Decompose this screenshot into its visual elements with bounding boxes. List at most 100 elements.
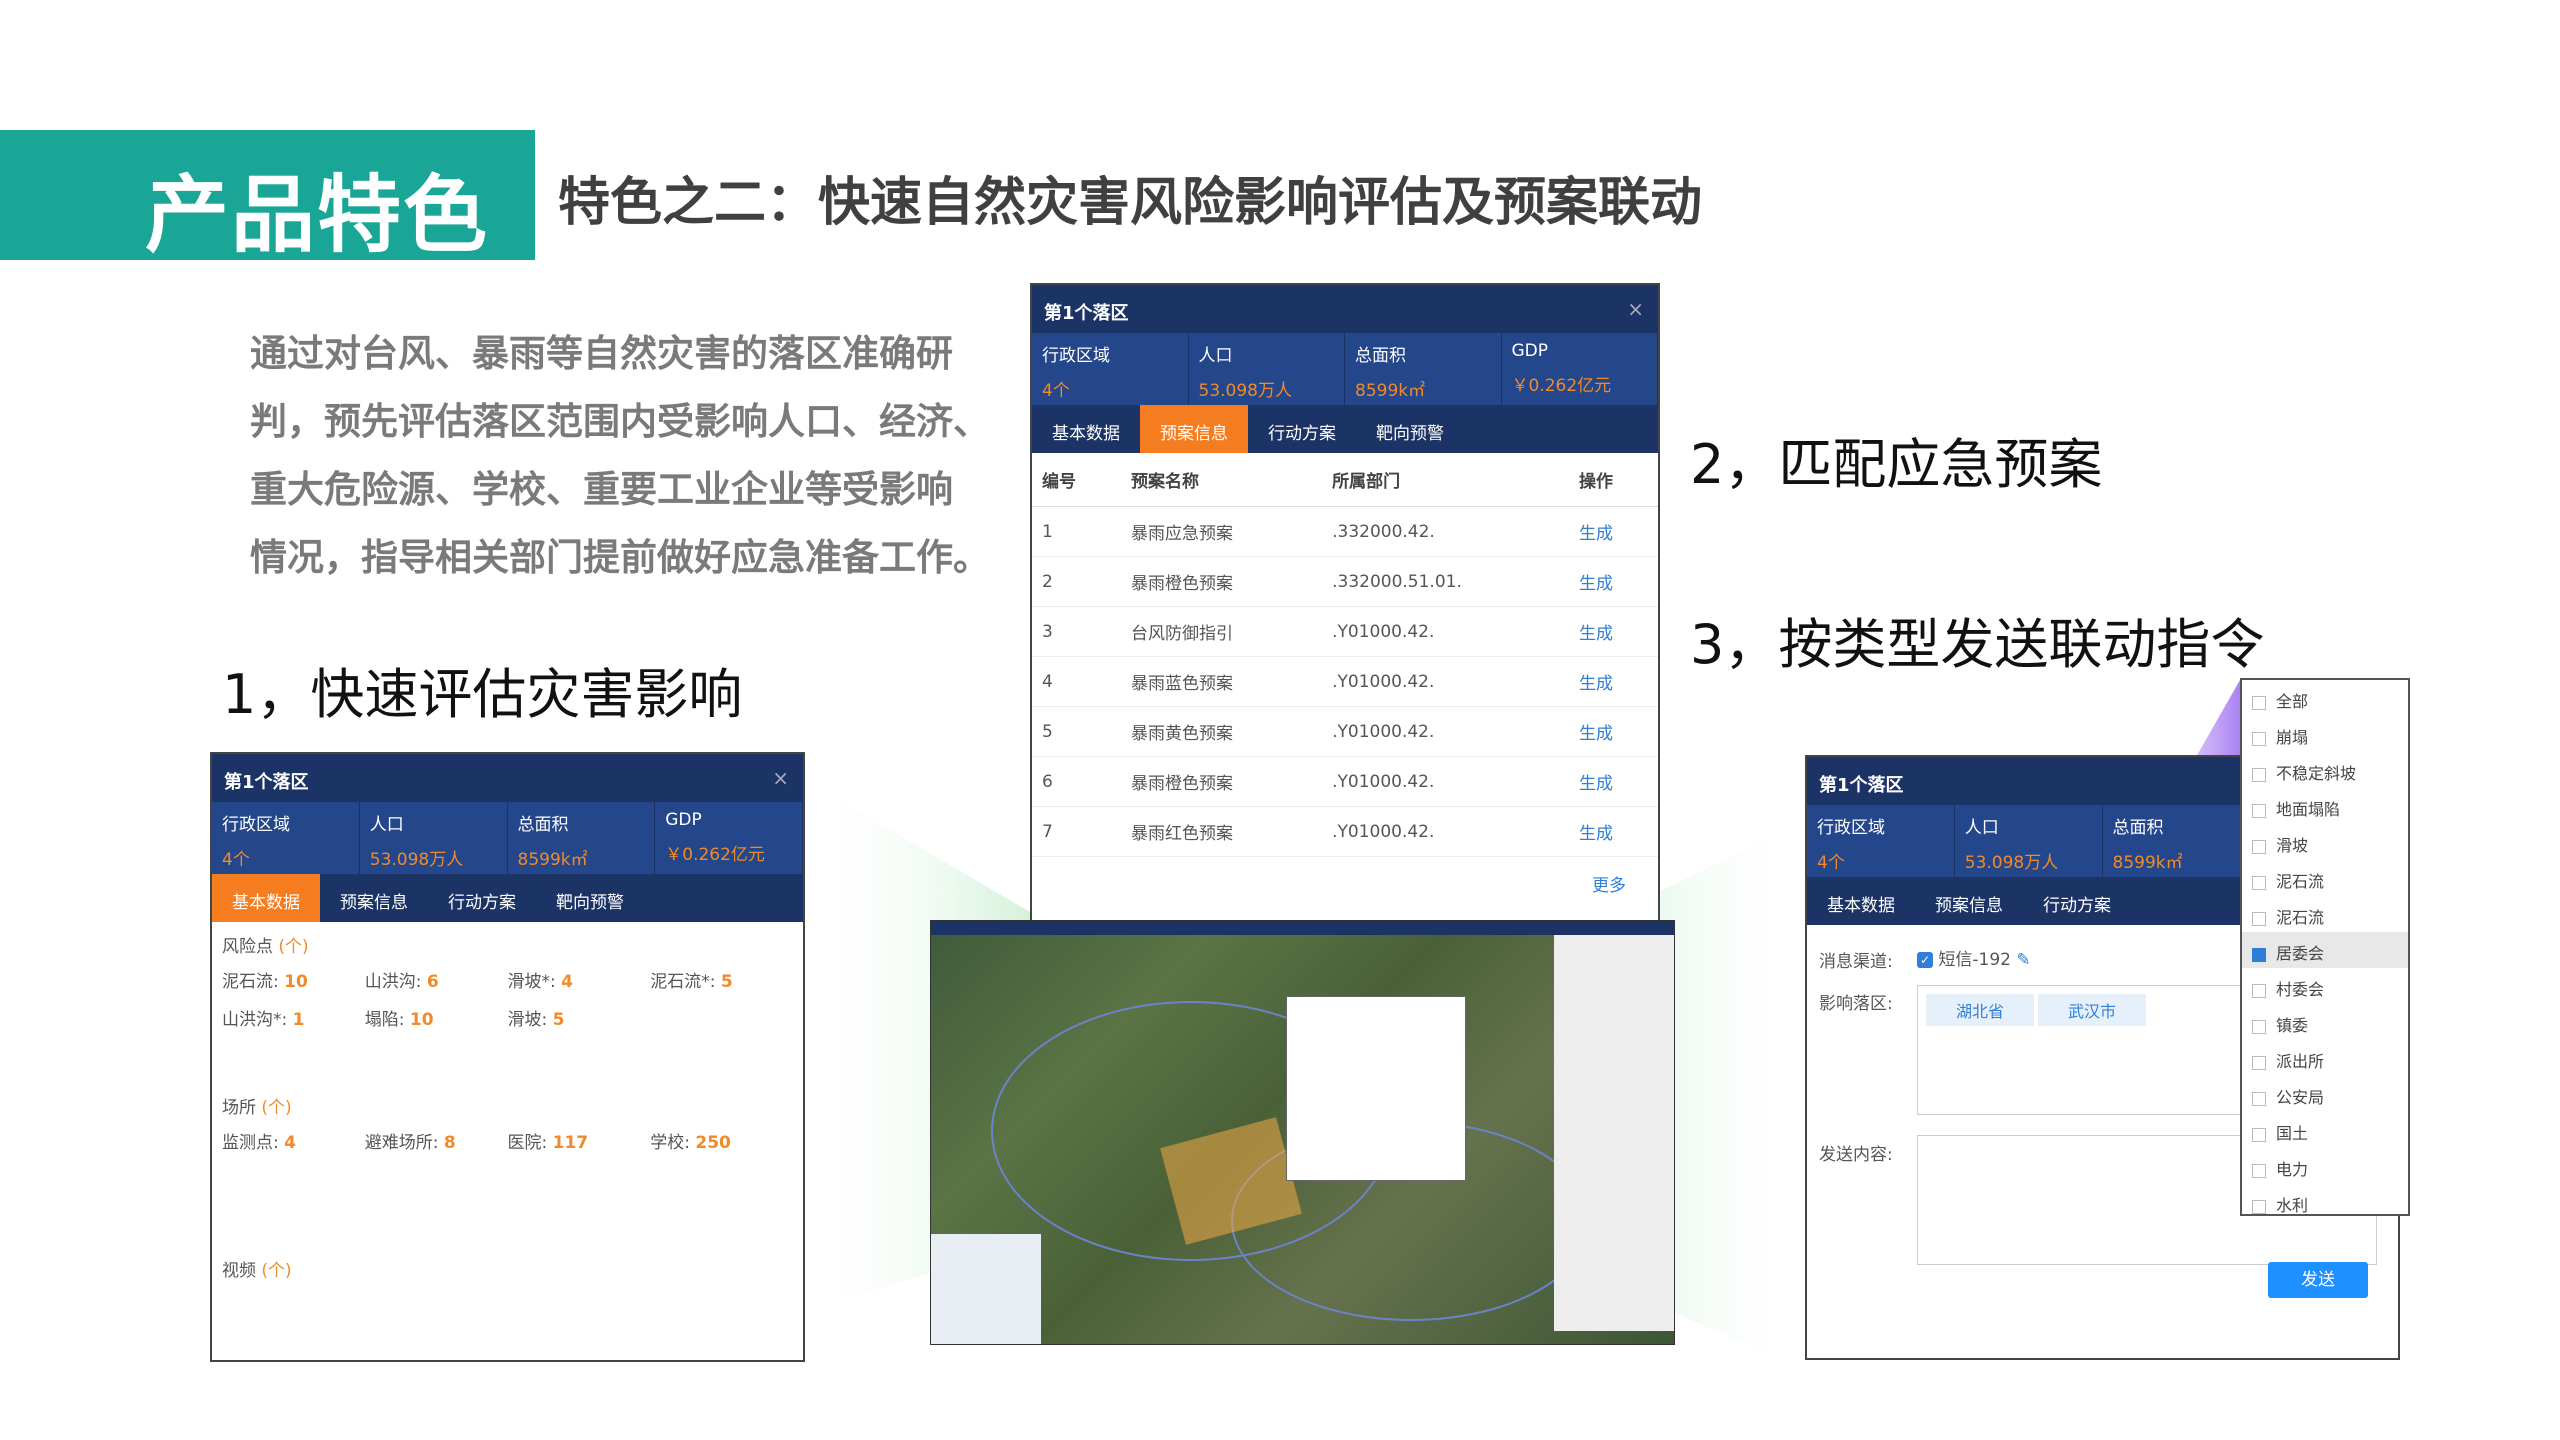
dropdown-option[interactable]: 电力 [2242, 1148, 2408, 1184]
intro-text: 通过对台风、暴雨等自然灾害的落区准确研 判，预先评估落区范围内受影响人口、经济、… [250, 320, 1010, 592]
channel-option[interactable]: ✓ 短信-192 ✎ [1917, 945, 2031, 970]
mini-panel [1286, 996, 1466, 1181]
dropdown-option[interactable]: 地面塌陷 [2242, 788, 2408, 824]
checkbox-icon[interactable] [2252, 803, 2266, 818]
checkbox-icon[interactable] [2252, 695, 2266, 710]
stats-row: 行政区域4个 人口53.098万人 总面积8599k㎡ GDP￥0.262亿元 [212, 802, 803, 874]
header-subtitle: 特色之二：快速自然灾害风险影响评估及预案联动 [558, 173, 1703, 233]
tab-basic[interactable]: 基本数据 [1032, 405, 1140, 453]
checkbox-checked-icon[interactable]: ✓ [1917, 952, 1933, 968]
channel-label: 消息渠道: [1819, 952, 1893, 972]
intro-line: 判，预先评估落区范围内受影响人口、经济、 [250, 400, 990, 443]
dropdown-option[interactable]: 村委会 [2242, 968, 2408, 1004]
intro-line: 重大危险源、学校、重要工业企业等受影响 [250, 468, 953, 511]
tab-warning[interactable]: 靶向预警 [536, 874, 644, 922]
content-label: 发送内容: [1819, 1145, 1893, 1165]
col-dept: 所属部门 [1322, 453, 1569, 507]
dropdown-option[interactable]: 水利 [2242, 1184, 2408, 1220]
plan-table: 编号 预案名称 所属部门 操作 1 暴雨应急预案 .332000.42. 生成 2 暴雨… [1032, 453, 1658, 857]
step-1: 1，快速评估灾害影响 [222, 663, 743, 726]
intro-line: 情况，指导相关部门提前做好应急准备工作。 [250, 536, 990, 579]
dropdown-option[interactable]: 泥石流 [2242, 896, 2408, 932]
edit-icon[interactable]: ✎ [2016, 950, 2030, 970]
map-toolbar [931, 921, 1674, 935]
checkbox-icon[interactable] [2252, 1091, 2266, 1106]
table-row: 4 暴雨蓝色预案 .Y01000.42. 生成 [1032, 656, 1658, 707]
panel-tabs: 基本数据 预案信息 行动方案 靶向预警 [1032, 405, 1658, 453]
overview-map [931, 1234, 1041, 1344]
dropdown-option[interactable]: 居委会 [2242, 932, 2408, 968]
map-side-list [1554, 935, 1674, 1331]
checkbox-icon[interactable] [2252, 1055, 2266, 1070]
checkbox-icon[interactable] [2252, 1199, 2266, 1214]
table-row: 6 暴雨橙色预案 .Y01000.42. 生成 [1032, 756, 1658, 807]
generate-link[interactable]: 生成 [1568, 706, 1658, 757]
dropdown-option[interactable]: 国土 [2242, 1112, 2408, 1148]
tab-action[interactable]: 行动方案 [1248, 405, 1356, 453]
col-op: 操作 [1568, 453, 1658, 507]
table-row: 5 暴雨黄色预案 .Y01000.42. 生成 [1032, 706, 1658, 757]
dropdown-option[interactable]: 公安局 [2242, 1076, 2408, 1112]
dropdown-option[interactable]: 滑坡 [2242, 824, 2408, 860]
close-icon[interactable]: × [1627, 297, 1644, 321]
tab-basic[interactable]: 基本数据 [212, 874, 320, 922]
checkbox-icon[interactable] [2252, 983, 2266, 998]
table-row: 3 台风防御指引 .Y01000.42. 生成 [1032, 606, 1658, 657]
type-dropdown: 全部 崩塌 不稳定斜坡 地面塌陷 滑坡 泥石流 泥石流 居委会 村委会 镇委 派出所 公安局 国土 电力水… [2240, 678, 2410, 1216]
col-name: 预案名称 [1121, 453, 1323, 507]
generate-link[interactable]: 生成 [1568, 756, 1658, 807]
generate-link[interactable]: 生成 [1568, 606, 1658, 657]
generate-link[interactable]: 生成 [1568, 806, 1658, 857]
basic-data-panel: 第1个落区 × 行政区域 4个 人口 53.098万人 总面积 8599k㎡ GDP ￥0… [210, 752, 805, 1362]
header-title: 产品特色 [145, 166, 490, 264]
checkbox-icon[interactable] [2252, 1019, 2266, 1034]
panel-title: 第1个落区 × [212, 754, 803, 802]
checkbox-icon[interactable] [2252, 839, 2266, 854]
checkbox-icon[interactable] [2252, 731, 2266, 746]
map-view[interactable] [930, 920, 1675, 1345]
panel-tabs: 基本数据 预案信息 行动方案 靶向预警 [212, 874, 803, 922]
tab-plan[interactable]: 预案信息 [1915, 877, 2023, 925]
checkbox-icon[interactable] [2252, 911, 2266, 926]
step-2: 2，匹配应急预案 [1690, 433, 2103, 496]
place-heading: 场所 (个) [222, 1098, 292, 1118]
step-3: 3，按类型发送联动指令 [1690, 613, 2265, 676]
generate-link[interactable]: 生成 [1568, 506, 1658, 557]
dropdown-option[interactable]: 崩塌 [2242, 716, 2408, 752]
area-tag[interactable]: 湖北省 [1926, 994, 2035, 1026]
table-row: 1 暴雨应急预案 .332000.42. 生成 [1032, 506, 1658, 557]
tab-warning[interactable]: 靶向预警 [1356, 405, 1464, 453]
area-tag[interactable]: 武汉市 [2038, 994, 2147, 1026]
tab-action[interactable]: 行动方案 [428, 874, 536, 922]
checkbox-icon[interactable] [2252, 875, 2266, 890]
dropdown-option[interactable]: 泥石流 [2242, 860, 2408, 896]
more-link[interactable]: 更多 [1032, 857, 1658, 910]
checkbox-icon[interactable] [2252, 1163, 2266, 1178]
video-heading: 视频 (个) [222, 1261, 292, 1281]
dropdown-option[interactable]: 派出所 [2242, 1040, 2408, 1076]
risk-heading: 风险点 (个) [222, 937, 309, 957]
checkbox-icon[interactable] [2252, 947, 2266, 962]
plan-panel: 第1个落区 × 行政区域 4个 人口 53.098万人 总面积 8599k㎡ GDP ￥0… [1030, 283, 1660, 926]
tab-basic[interactable]: 基本数据 [1807, 877, 1915, 925]
table-row: 7 暴雨红色预案 .Y01000.42. 生成 [1032, 806, 1658, 857]
tab-action[interactable]: 行动方案 [2023, 877, 2131, 925]
area-label: 影响落区: [1819, 994, 1893, 1014]
col-id: 编号 [1032, 453, 1121, 507]
tab-plan[interactable]: 预案信息 [320, 874, 428, 922]
dropdown-option[interactable]: 全部 [2242, 680, 2408, 716]
generate-link[interactable]: 生成 [1568, 656, 1658, 707]
stats-row: 行政区域4个 人口53.098万人 总面积8599k㎡ GDP￥0.262亿元 [1032, 333, 1658, 405]
generate-link[interactable]: 生成 [1568, 556, 1658, 607]
send-button[interactable]: 发送 [2268, 1262, 2368, 1298]
tab-plan[interactable]: 预案信息 [1140, 405, 1248, 453]
place-grid: 监测点: 4 避难场所: 8 医院: 117 学校: 250 [222, 1133, 731, 1153]
intro-line: 通过对台风、暴雨等自然灾害的落区准确研 [250, 332, 953, 375]
checkbox-icon[interactable] [2252, 767, 2266, 782]
checkbox-icon[interactable] [2252, 1127, 2266, 1142]
close-icon[interactable]: × [772, 766, 789, 790]
panel-title: 第1个落区 × [1032, 285, 1658, 333]
dropdown-option[interactable]: 不稳定斜坡 [2242, 752, 2408, 788]
risk-grid: 泥石流: 10 山洪沟: 6 滑坡*: 4 泥石流*: 5 山洪沟*: 1 塌陷… [222, 972, 733, 1030]
dropdown-option[interactable]: 镇委 [2242, 1004, 2408, 1040]
